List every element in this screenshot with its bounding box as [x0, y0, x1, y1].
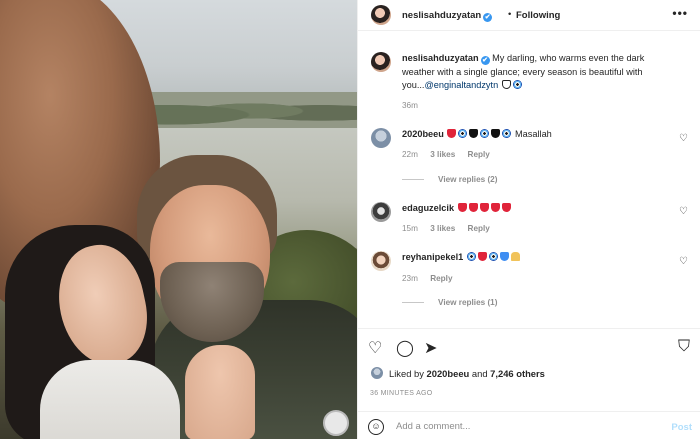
comment-likes[interactable]: 3 likes — [430, 224, 455, 233]
blue-heart-icon — [499, 252, 509, 261]
nazar-eye-icon — [488, 252, 498, 261]
comment-input[interactable] — [396, 418, 646, 434]
verified-icon: ✔ — [480, 56, 490, 65]
comment-time[interactable]: 22m — [402, 150, 418, 159]
caption-meta: 36m — [402, 101, 428, 110]
nazar-eye-icon — [512, 80, 522, 89]
comment-meta: 23m Reply — [402, 274, 463, 283]
post-photo[interactable] — [0, 0, 357, 439]
comment-time[interactable]: 15m — [402, 224, 418, 233]
view-replies-label[interactable]: View replies (1) — [438, 298, 497, 307]
white-heart-icon — [501, 80, 511, 89]
nazar-eye-icon — [466, 252, 476, 261]
photo-jacket-patch — [323, 410, 349, 436]
caption-time[interactable]: 36m — [402, 101, 418, 110]
photo-hand — [185, 345, 255, 439]
praying-hands-icon — [510, 252, 520, 261]
nazar-eye-icon — [502, 129, 512, 138]
nazar-eye-icon — [480, 129, 490, 138]
black-heart-icon — [491, 129, 501, 138]
liker-avatar[interactable] — [370, 366, 384, 380]
view-replies[interactable]: View replies (1) — [402, 298, 497, 307]
likes-user-link[interactable]: 2020beeu — [427, 368, 470, 379]
comment-username[interactable]: edaguzelcik — [402, 203, 454, 213]
author-username[interactable]: neslisahduzyatan ✔ — [402, 10, 493, 22]
separator-dot: • — [508, 9, 512, 20]
photo-woman-top — [40, 360, 180, 439]
emoji-smile-icon[interactable]: ☺ — [368, 419, 384, 435]
add-comment-bar: ☺ Post — [358, 411, 700, 439]
comment-reply-button[interactable]: Reply — [468, 224, 490, 233]
verified-icon: ✔ — [483, 13, 493, 22]
comment-username[interactable]: reyhanipekel1 — [402, 252, 463, 262]
likes-text: Liked by 2020beeu and 7,246 others — [389, 368, 545, 379]
view-replies-line — [402, 179, 424, 181]
comment-like-heart-icon[interactable]: ♡ — [679, 133, 688, 144]
likes-and: and — [471, 368, 488, 379]
comment-like-heart-icon[interactable]: ♡ — [679, 206, 688, 217]
post-timestamp[interactable]: 36 MINUTES AGO — [370, 390, 433, 397]
comment-reply-button[interactable]: Reply — [430, 274, 452, 283]
save-bookmark-icon[interactable]: ⛉ — [678, 338, 690, 356]
post-header: neslisahduzyatan ✔ • Following ••• — [358, 0, 700, 31]
comment: reyhanipekel1 — [402, 251, 672, 265]
caption-mention-link[interactable]: @engi̇naltandzytn — [424, 80, 498, 90]
like-heart-icon[interactable]: ♡ — [368, 338, 382, 358]
red-heart-icon — [479, 203, 489, 212]
comment-avatar[interactable] — [371, 251, 391, 271]
comment-avatar[interactable] — [371, 128, 391, 148]
comment-meta: 15m 3 likes Reply — [402, 224, 500, 233]
red-heart-icon — [468, 203, 478, 212]
red-heart-icon — [501, 203, 511, 212]
red-heart-icon — [447, 129, 457, 138]
caption: neslisahduzyatan ✔ My darling, who warms … — [402, 52, 672, 93]
comment: edaguzelcik — [402, 202, 672, 216]
likes-count-link[interactable]: 7,246 others — [490, 368, 545, 379]
author-avatar[interactable] — [371, 5, 391, 25]
comment-like-heart-icon[interactable]: ♡ — [679, 256, 688, 267]
view-replies[interactable]: View replies (2) — [402, 175, 497, 184]
black-heart-icon — [469, 129, 479, 138]
comment-likes[interactable]: 3 likes — [430, 150, 455, 159]
red-heart-icon — [457, 203, 467, 212]
likes-prefix: Liked by — [389, 368, 424, 379]
nazar-eye-icon — [458, 129, 468, 138]
red-heart-icon — [477, 252, 487, 261]
view-replies-label[interactable]: View replies (2) — [438, 175, 497, 184]
comment-time[interactable]: 23m — [402, 274, 418, 283]
comment-reply-button[interactable]: Reply — [468, 150, 490, 159]
post-side-panel: neslisahduzyatan ✔ • Following ••• neslis… — [357, 0, 700, 439]
likes-summary: Liked by 2020beeu and 7,246 others — [358, 366, 700, 382]
caption-author-avatar[interactable] — [371, 52, 391, 72]
more-options-icon[interactable]: ••• — [672, 6, 688, 20]
comment-meta: 22m 3 likes Reply — [402, 150, 500, 159]
comment-username[interactable]: 2020beeu — [402, 129, 444, 139]
comment-bubble-icon[interactable]: ◯ — [396, 338, 414, 358]
red-heart-icon — [490, 203, 500, 212]
following-button[interactable]: Following — [516, 10, 560, 21]
comment: 2020beeu Masallah — [402, 128, 672, 142]
action-bar: ♡ ◯ ➤ ⛉ — [358, 328, 700, 364]
comment-text: Masallah — [515, 129, 552, 139]
view-replies-line — [402, 302, 424, 304]
post-comment-button[interactable]: Post — [671, 422, 692, 433]
caption-username[interactable]: neslisahduzyatan ✔ — [402, 53, 490, 65]
comment-avatar[interactable] — [371, 202, 391, 222]
share-icon[interactable]: ➤ — [424, 338, 437, 358]
